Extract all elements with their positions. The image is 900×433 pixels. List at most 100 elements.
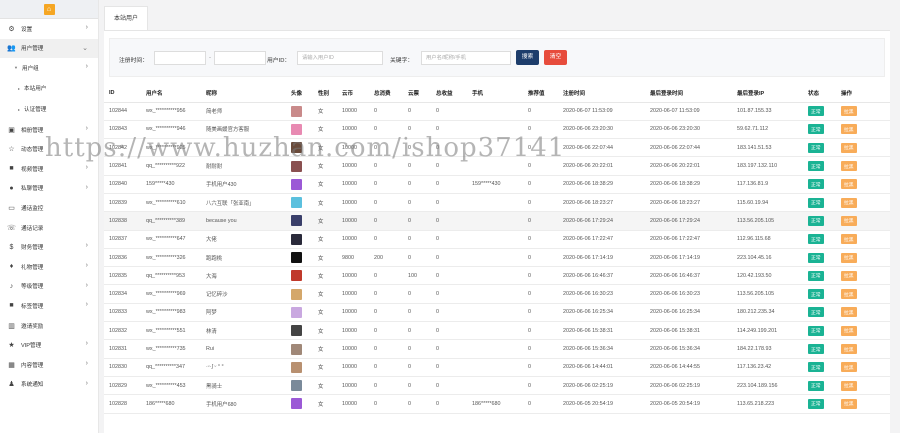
block-button[interactable]: 拉黑: [841, 289, 857, 300]
block-button[interactable]: 拉黑: [841, 270, 857, 281]
status-badge[interactable]: 正常: [808, 344, 824, 354]
block-button[interactable]: 拉黑: [841, 252, 857, 263]
cell-reg: 2020-06-06 18:38:29: [558, 175, 645, 194]
tab-local-users[interactable]: 本站用户: [104, 6, 149, 30]
status-badge[interactable]: 正常: [808, 307, 824, 318]
sidebar-item-12[interactable]: ♦ 礼物管理 ›: [0, 257, 98, 277]
sidebar-item-10[interactable]: ☏ 通话记录: [0, 218, 98, 238]
status-badge[interactable]: 正常: [808, 234, 824, 245]
sidebar-item-15[interactable]: ▥ 邀请奖励: [0, 316, 98, 336]
sidebar-item-18[interactable]: ♟ 系统通知 ›: [0, 375, 98, 395]
sidebar-item-11[interactable]: $ 财务管理 ›: [0, 237, 98, 257]
status-badge[interactable]: 正常: [808, 124, 824, 135]
block-button[interactable]: 拉黑: [841, 161, 857, 172]
chevron-icon: ›: [85, 261, 88, 269]
table-row[interactable]: 102840 159*****430 手机用户430 女 10000 0 0 0 159****…: [104, 175, 890, 194]
clear-button[interactable]: 清空: [544, 50, 567, 65]
status-badge[interactable]: 正常: [808, 380, 824, 391]
table-row[interactable]: 102839 wx_**********610 八六互联「张亚南」女 10000 0 0 0…: [104, 193, 890, 213]
sidebar-item-13[interactable]: ♪ 等级管理 ›: [0, 277, 98, 297]
status-badge[interactable]: 正常: [808, 289, 824, 300]
sidebar-item-7[interactable]: ■ 视频管理 ›: [0, 159, 98, 179]
cell-rec: 0: [523, 358, 558, 377]
sidebar-item-0[interactable]: ⚙ 设置 ›: [0, 19, 98, 39]
sidebar-item-6[interactable]: ☆ 动态管理: [0, 139, 98, 159]
cell-nickname: 八六互联「张亚南」: [201, 193, 286, 213]
table-row[interactable]: 102834 wx_**********969 记忆碎沙女 10000 0 0 0 0 2020…: [104, 284, 890, 304]
table-row[interactable]: 102829 wx_**********453 黑骑士女 10000 0 0 0 0 2020-…: [104, 376, 890, 396]
sidebar-item-8[interactable]: ● 私聊管理 ›: [0, 179, 98, 199]
cell-avatar: [286, 266, 313, 286]
cell-phone: [467, 321, 523, 341]
block-button[interactable]: 拉黑: [841, 344, 857, 354]
status-badge[interactable]: 正常: [808, 161, 824, 172]
sidebar-item-5[interactable]: ▣ 相册管理 ›: [0, 120, 98, 140]
table-row[interactable]: 102842 wx_**********925 女 10000 0 0 0 0 2020-06-…: [104, 138, 890, 158]
status-badge[interactable]: 正常: [808, 215, 824, 226]
sidebar-item-1[interactable]: 👥 用户管理 ⌄: [0, 38, 98, 59]
search-button[interactable]: 搜索: [516, 50, 539, 65]
table-body: 102844 wx_**********956 简老师女 10000 0 0 0 0 2020-…: [104, 102, 890, 414]
cell-username: wx_**********647: [141, 230, 201, 249]
table-row[interactable]: 102843 wx_**********946 随美画媛官方客服女 10000 0 0 0 0…: [104, 120, 890, 140]
block-button[interactable]: 拉黑: [841, 179, 857, 190]
table-row[interactable]: 102835 qq_**********953 大海女 10000 0 100 0 0 2020…: [104, 266, 890, 286]
table-row[interactable]: 102838 qq_**********389 because you 女 10000 0…: [104, 211, 890, 231]
table-row[interactable]: 102832 wx_**********551 林清女 10000 0 0 0 0 2020-0…: [104, 321, 890, 341]
status-badge[interactable]: 正常: [808, 106, 824, 117]
table-row[interactable]: 102836 wx_**********326 跑跑桃女 9800 200 0 0 0 2020…: [104, 248, 890, 268]
block-button[interactable]: 拉黑: [841, 142, 857, 153]
keyword-input[interactable]: 用户名/昵称/手机: [421, 51, 511, 65]
status-badge[interactable]: 正常: [808, 325, 824, 336]
sidebar-item-2[interactable]: ▼ 用户组 ›: [0, 58, 98, 78]
sidebar-item-17[interactable]: ▦ 内容管理 ›: [0, 355, 98, 375]
cell-rec: 0: [523, 211, 558, 231]
block-button[interactable]: 拉黑: [841, 307, 857, 318]
cell-gender: 女: [313, 230, 337, 249]
sidebar-item-14[interactable]: ■ 标签管理 ›: [0, 296, 98, 316]
cell-username: qq_**********347: [141, 358, 201, 377]
column-header: 推荐值: [523, 85, 558, 103]
status-badge[interactable]: 正常: [808, 252, 824, 263]
cell-last: 2020-06-06 23:20:30: [645, 120, 732, 140]
block-button[interactable]: 拉黑: [841, 398, 857, 409]
block-button[interactable]: 拉黑: [841, 234, 857, 245]
uid-input[interactable]: 请输入用户ID: [297, 51, 383, 65]
block-button[interactable]: 拉黑: [841, 325, 857, 336]
block-button[interactable]: 拉黑: [841, 124, 857, 135]
table-row[interactable]: 102841 qq_**********922 耐耐耐女 10000 0 0 0 0 2020-…: [104, 156, 890, 176]
status-badge[interactable]: 正常: [808, 197, 824, 208]
sidebar-item-16[interactable]: ★ VIP管理 ›: [0, 335, 98, 355]
reg-end-input[interactable]: [214, 51, 266, 65]
table-row[interactable]: 102833 wx_**********983 阿梦女 10000 0 0 0 0 2020-0…: [104, 303, 890, 323]
table-row[interactable]: 102830 qq_**********347 ·ᵕ·ʃ ᵕ ° ° 女 10000 0 0…: [104, 358, 890, 377]
sidebar-item-9[interactable]: ▭ 通话监控: [0, 198, 98, 218]
status-badge[interactable]: 正常: [808, 398, 824, 409]
cell-income: 0: [431, 394, 467, 414]
cell-income: 0: [431, 138, 467, 158]
sidebar-item-3[interactable]: ▸ 本站用户: [0, 78, 98, 99]
table-row[interactable]: 102844 wx_**********956 简老师女 10000 0 0 0 0 2020-…: [104, 102, 890, 121]
cell-last: 2020-06-06 15:36:34: [645, 339, 732, 359]
table-row[interactable]: 102837 wx_**********647 大佬女 10000 0 0 0 0 2020-0…: [104, 230, 890, 249]
status-badge[interactable]: 正常: [808, 362, 824, 373]
cell-reg: 2020-06-06 16:46:37: [558, 266, 645, 286]
sidebar-item-4[interactable]: ▸ 认证管理: [0, 99, 98, 120]
reg-start-input[interactable]: [154, 51, 206, 65]
cell-spend: 0: [369, 303, 403, 323]
block-button[interactable]: 拉黑: [841, 362, 857, 373]
cell-spend: 0: [369, 376, 403, 396]
cell-income: 0: [431, 211, 467, 231]
cell-income: 0: [431, 248, 467, 268]
home-icon[interactable]: ⌂: [43, 3, 55, 15]
table-row[interactable]: 102828 186*****680 手机用户680 女 10000 0 0 0 186****…: [104, 394, 890, 414]
block-button[interactable]: 拉黑: [841, 197, 857, 208]
status-badge[interactable]: 正常: [808, 270, 824, 281]
status-badge[interactable]: 正常: [808, 179, 824, 190]
block-button[interactable]: 拉黑: [841, 106, 857, 117]
block-button[interactable]: 拉黑: [841, 380, 857, 391]
table-row[interactable]: 102831 wx_**********735 Rui 女 10000 0 0 0 0 2020-…: [104, 339, 890, 359]
cell-gender: 女: [313, 193, 337, 213]
status-badge[interactable]: 正常: [808, 142, 824, 153]
block-button[interactable]: 拉黑: [841, 215, 857, 226]
